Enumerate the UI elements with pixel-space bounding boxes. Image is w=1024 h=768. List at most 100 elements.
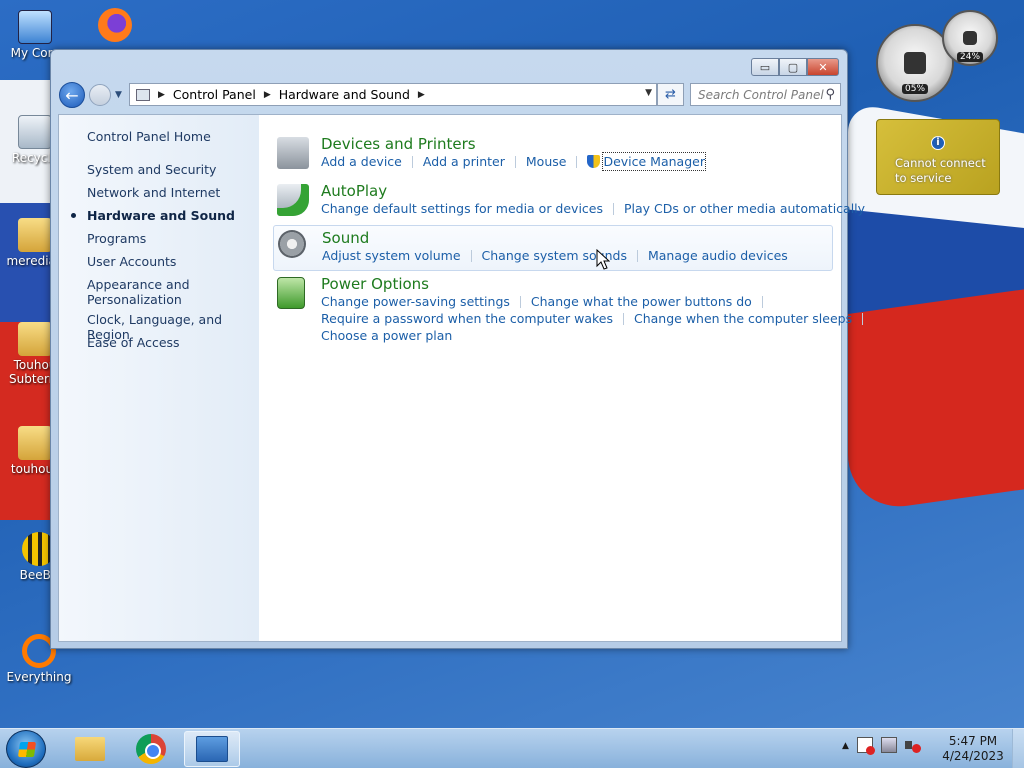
link-mouse[interactable]: Mouse (526, 153, 567, 170)
sidebar-item-ease-of-access[interactable]: Ease of Access (87, 335, 180, 350)
sidebar-item-hardware-and-sound[interactable]: Hardware and Sound (87, 208, 235, 223)
wallpaper-flag-red (848, 285, 1024, 515)
volume-muted-icon[interactable] (904, 737, 921, 753)
battery-icon (277, 277, 305, 309)
link-change-default-settings[interactable]: Change default settings for media or dev… (321, 200, 603, 217)
tray-expand-chevron-icon[interactable]: ▲ (842, 741, 849, 753)
search-icon[interactable]: ⚲ (825, 87, 835, 102)
memory-meter-gadget[interactable]: 24% (942, 10, 998, 66)
link-change-when-computer-sleeps[interactable]: Change when the computer sleeps (634, 310, 852, 327)
autoplay-icon (277, 184, 309, 216)
show-desktop-button[interactable] (1012, 729, 1024, 768)
link-separator (636, 250, 638, 262)
weather-message: Cannot connect to service (895, 156, 986, 185)
link-separator (862, 313, 864, 325)
link-separator (622, 313, 624, 325)
breadcrumb-arrow-icon[interactable]: ▶ (158, 90, 165, 100)
refresh-button[interactable]: ⇄ (657, 83, 684, 106)
back-arrow-icon: ← (65, 85, 79, 105)
speaker-cone-icon (278, 230, 306, 258)
sidebar-item-network-and-internet[interactable]: Network and Internet (87, 185, 220, 200)
mouse-cursor-icon (596, 249, 610, 270)
printer-icon (277, 137, 309, 169)
link-separator (411, 156, 413, 168)
category-title[interactable]: AutoPlay (321, 182, 387, 200)
address-bar[interactable]: ▶ Control Panel ▶ Hardware and Sound ▶ ▼ (129, 83, 657, 106)
link-device-manager[interactable]: Device Manager (602, 152, 706, 171)
category-autoplay: AutoPlay Change default settings for med… (273, 182, 865, 218)
link-change-power-saving-settings[interactable]: Change power-saving settings (321, 293, 510, 310)
category-title[interactable]: Sound (322, 229, 369, 247)
category-title[interactable]: Power Options (321, 275, 429, 293)
taskbar-control-panel-button[interactable] (184, 731, 240, 767)
info-icon: i (931, 136, 945, 150)
clock[interactable]: 5:47 PM 4/24/2023 (936, 734, 1010, 764)
computer-icon (18, 10, 52, 44)
close-icon: ✕ (818, 60, 828, 74)
active-bullet-icon (71, 213, 76, 218)
link-manage-audio-devices[interactable]: Manage audio devices (648, 247, 788, 264)
windows-logo-icon (17, 742, 37, 757)
link-play-cds[interactable]: Play CDs or other media automatically (624, 200, 865, 217)
sidebar-item-system-and-security[interactable]: System and Security (87, 162, 216, 177)
category-links: Adjust system volume Change system sounds… (322, 247, 788, 264)
back-button[interactable]: ← (59, 82, 85, 108)
category-title[interactable]: Devices and Printers (321, 135, 476, 153)
taskbar-chrome-button[interactable] (123, 731, 179, 767)
search-placeholder: Search Control Panel (698, 87, 824, 102)
folder-icon (18, 426, 52, 460)
weather-gadget[interactable]: i Cannot connect to service (876, 119, 1000, 195)
search-input[interactable]: Search Control Panel ⚲ (690, 83, 841, 106)
network-icon[interactable] (880, 737, 897, 753)
link-separator (761, 296, 763, 308)
sidebar-item-programs[interactable]: Programs (87, 231, 146, 246)
uac-shield-icon (587, 155, 601, 168)
maximize-button[interactable]: ▢ (779, 58, 807, 76)
taskbar-explorer-button[interactable] (62, 731, 118, 767)
sidebar-item-control-panel-home[interactable]: Control Panel Home (87, 129, 211, 144)
minimize-button[interactable]: ▭ (751, 58, 779, 76)
link-separator (470, 250, 472, 262)
minimize-icon: ▭ (759, 60, 771, 74)
address-dropdown-icon[interactable]: ▼ (645, 88, 652, 98)
clock-date: 4/24/2023 (942, 749, 1004, 763)
link-add-a-device[interactable]: Add a device (321, 153, 402, 170)
recent-pages-dropdown[interactable]: ▼ (115, 90, 122, 100)
link-adjust-system-volume[interactable]: Adjust system volume (322, 247, 461, 264)
breadcrumb-arrow-icon[interactable]: ▶ (264, 90, 271, 100)
category-power-options: Power Options Change power-saving settin… (273, 275, 864, 345)
breadcrumb-control-panel[interactable]: Control Panel (173, 87, 256, 102)
link-separator (519, 296, 521, 308)
link-require-password-on-wake[interactable]: Require a password when the computer wak… (321, 310, 613, 327)
breadcrumb-hardware-and-sound[interactable]: Hardware and Sound (279, 87, 410, 102)
desktop-icon-firefox[interactable] (80, 8, 150, 44)
control-panel-window: ▭ ▢ ✕ ← ▼ ▶ Control Panel ▶ Hardware and… (50, 49, 865, 649)
link-separator (613, 203, 615, 215)
taskbar: ▲ 5:47 PM 4/24/2023 (0, 728, 1024, 768)
clock-time: 5:47 PM (948, 734, 998, 748)
cpu-meter-value: 05% (901, 84, 929, 94)
recycle-bin-icon (18, 115, 52, 149)
category-links: Change default settings for media or dev… (321, 200, 865, 217)
close-button[interactable]: ✕ (807, 58, 839, 76)
sidebar-item-user-accounts[interactable]: User Accounts (87, 254, 176, 269)
memory-meter-hub (963, 31, 977, 45)
client-area: Control Panel Home System and Security N… (58, 114, 865, 642)
link-change-power-buttons[interactable]: Change what the power buttons do (531, 293, 752, 310)
sidebar: Control Panel Home System and Security N… (59, 115, 259, 641)
action-center-icon[interactable] (856, 737, 875, 755)
firefox-icon (98, 8, 132, 42)
breadcrumb-arrow-icon[interactable]: ▶ (418, 90, 425, 100)
forward-button[interactable] (89, 84, 111, 106)
sidebar-item-appearance-and-personalization[interactable]: Appearance and Personalization (87, 277, 227, 307)
chrome-icon (136, 734, 166, 764)
window-controls: ▭ ▢ ✕ (751, 58, 839, 76)
control-panel-icon (136, 88, 150, 101)
link-choose-a-power-plan[interactable]: Choose a power plan (321, 327, 452, 344)
category-sound: Sound Adjust system volume Change system … (273, 225, 833, 271)
category-links: Add a device Add a printer Mouse Device Man… (321, 152, 706, 171)
link-add-a-printer[interactable]: Add a printer (423, 153, 505, 170)
refresh-icon: ⇄ (665, 87, 676, 102)
start-button[interactable] (6, 730, 46, 768)
category-links: Change power-saving settings Change what … (321, 293, 873, 344)
